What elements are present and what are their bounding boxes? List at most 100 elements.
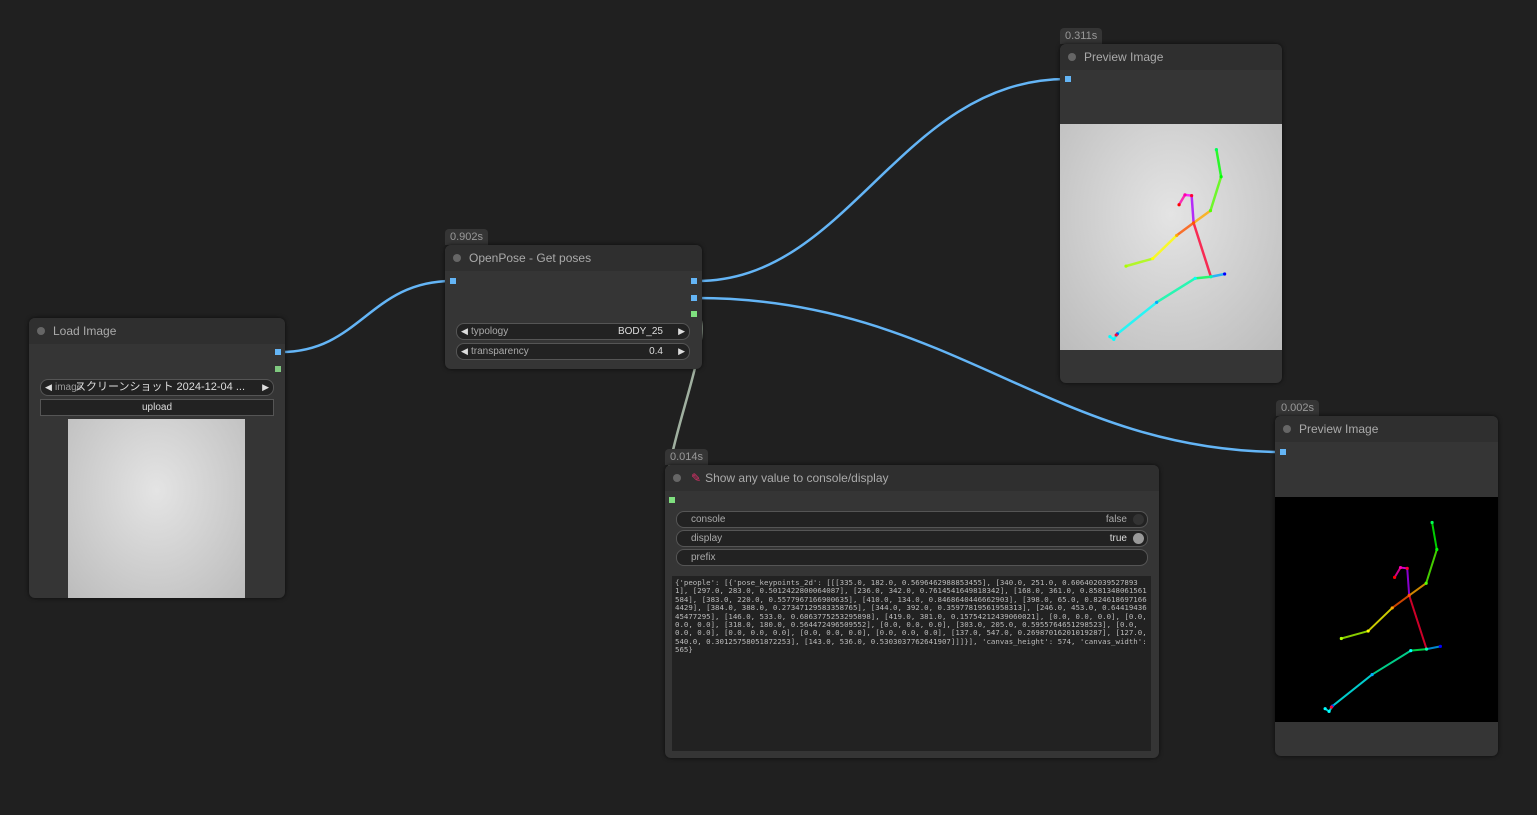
preview-image-node[interactable]: Preview Image [1060,44,1282,383]
pose-keypoint [1219,175,1223,179]
prefix-input[interactable]: prefix [676,549,1148,566]
image-output-port[interactable] [275,349,281,355]
pose-limb [1151,234,1178,260]
title-text: Preview Image [1299,422,1379,436]
pose-limb [1175,221,1195,237]
load-image-node[interactable]: Load Image ◀ image スクリーンショット 2024-12-04 … [29,318,285,598]
image-select-widget[interactable]: ◀ image スクリーンショット 2024-12-04 ... ▶ [40,379,274,396]
title-text: Load Image [53,324,117,338]
node-title[interactable]: Load Image [29,318,285,344]
pose-limb [1408,582,1427,597]
images-input-port[interactable] [1280,449,1286,455]
pose-keypoint [1193,276,1197,280]
transparency-widget[interactable]: ◀ transparency 0.4 ▶ [456,343,690,360]
pose-keypoint [1390,606,1394,610]
pose-keypoint [1438,644,1442,648]
pose-limb [1393,567,1402,578]
collapse-dot[interactable] [37,327,45,335]
show-any-node[interactable]: ✎ Show any value to console/display conso… [665,465,1159,758]
pose-keypoint [1424,647,1429,651]
pose-limb [1116,301,1158,335]
pose-keypoint [1175,233,1179,238]
pose-limb [1410,648,1427,652]
arrow-left-icon[interactable]: ◀ [461,344,468,359]
title-text: OpenPose - Get poses [469,251,592,265]
pose-limb [1192,209,1212,224]
pose-keypoint [1208,209,1213,213]
pose-keypoint [1209,275,1213,279]
pose-keypoint [1409,649,1413,653]
pose-keypoint [1124,264,1128,268]
console-toggle[interactable]: console false [676,511,1148,528]
arrow-left-icon[interactable]: ◀ [45,380,52,395]
pose-keypoint [1183,193,1187,197]
pose-keypoint [1112,337,1116,341]
arrow-right-icon[interactable]: ▶ [262,380,269,395]
pose-keypoint [1366,629,1370,633]
image-input-port[interactable] [450,278,456,284]
pose-keypoint [1190,194,1194,198]
collapse-dot[interactable] [1283,425,1291,433]
preview-image [1060,124,1282,350]
pose-limb [1210,272,1225,278]
pin-icon: ✎ [691,471,702,485]
pose-keypoint [1214,147,1218,152]
typology-widget[interactable]: ◀ typology BODY_25 ▶ [456,323,690,340]
arrow-right-icon[interactable]: ▶ [678,324,685,339]
node-title[interactable]: OpenPose - Get poses [445,245,702,271]
collapse-dot[interactable] [673,474,681,482]
pose-keypoint [1114,333,1118,337]
widget-label: prefix [691,552,716,563]
execution-time: 0.002s [1276,400,1320,416]
pose-keypoint [1155,300,1159,304]
openpose-node[interactable]: OpenPose - Get poses ◀ typology BODY_25 … [445,245,702,369]
collapse-dot[interactable] [453,254,461,262]
image-output-port[interactable] [691,278,697,284]
widget-value: true [1109,533,1127,544]
pose-keypoint [1392,575,1397,579]
pose-image-output-port[interactable] [691,295,697,301]
widget-label: console [691,514,726,525]
pose-limb [1192,222,1213,278]
arrow-right-icon[interactable]: ▶ [678,344,685,359]
node-title[interactable]: Preview Image [1060,44,1282,70]
node-title[interactable]: ✎ Show any value to console/display [665,465,1159,491]
widget-label: typology [471,326,509,337]
pose-keypoint [1405,566,1409,570]
widget-label: transparency [471,346,529,357]
pose-keypoint [1177,203,1181,207]
preview-image-node[interactable]: Preview Image [1275,416,1498,756]
execution-time: 0.902s [445,229,489,245]
upload-button[interactable]: upload [40,399,274,416]
pose-limb [1406,568,1411,596]
pose-limb [1155,277,1196,304]
output-textarea[interactable]: {'people': [{'pose_keypoints_2d': [[[335… [672,576,1151,751]
pose-keypoint [1151,257,1155,261]
display-toggle[interactable]: display true [676,530,1148,547]
pose-preview-image [1275,497,1498,722]
pose-limb [1341,630,1369,640]
pose-limb [1431,522,1438,550]
toggle-knob [1133,514,1144,525]
pose-overlay [1108,147,1227,341]
arrow-left-icon[interactable]: ◀ [461,324,468,339]
node-title[interactable]: Preview Image [1275,416,1498,442]
pose-keypoint [1424,581,1428,585]
collapse-dot[interactable] [1068,53,1076,61]
pose-keypoint [1370,672,1374,677]
pose-limb [1367,607,1393,632]
widget-value: 0.4 [649,346,663,357]
pose-keypoint [1191,221,1196,225]
keypoints-output-port[interactable] [691,311,697,317]
pose-keypoint [1223,272,1227,276]
widget-value: スクリーンショット 2024-12-04 ... [75,381,245,393]
pose-limb [1209,176,1223,211]
images-input-port[interactable] [1065,76,1071,82]
mask-output-port[interactable] [275,366,281,372]
toggle-knob [1133,533,1144,544]
pose-limb [1177,194,1187,206]
pose-limb [1190,195,1195,223]
pose-keypoint [1327,709,1331,714]
anything-input-port[interactable] [669,497,675,503]
wire-openpose-to-preview1 [696,77,1068,283]
